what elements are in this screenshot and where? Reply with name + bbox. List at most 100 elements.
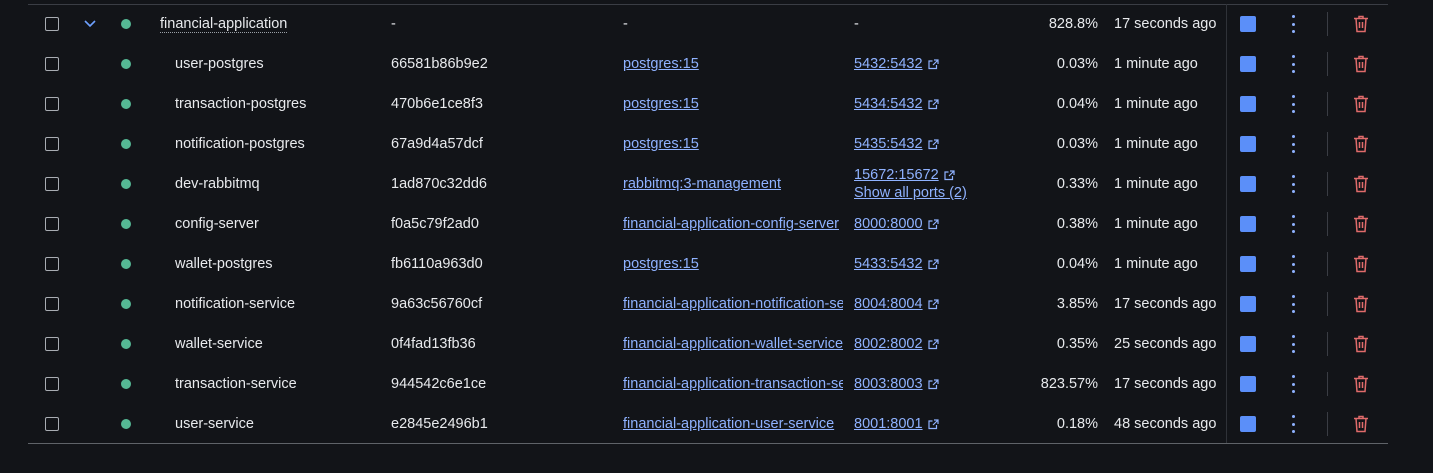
container-name[interactable]: wallet-postgres [175,244,273,284]
port-link[interactable]: 5435:5432 [854,135,923,153]
trash-icon[interactable] [1353,135,1369,153]
row-checkbox[interactable] [45,97,59,111]
row-checkbox[interactable] [45,57,59,71]
container-row[interactable]: transaction-postgres 470b6e1ce8f3 postgr… [28,84,1388,124]
row-checkbox[interactable] [45,257,59,271]
container-row[interactable]: config-server f0a5c79f2ad0 financial-app… [28,204,1388,244]
container-name[interactable]: notification-postgres [175,124,305,164]
start-stop-icon[interactable] [1240,136,1256,152]
image-link[interactable]: postgres:15 [623,96,699,112]
container-name[interactable]: wallet-service [175,324,263,364]
external-link-icon[interactable] [927,98,939,110]
container-row[interactable]: wallet-postgres fb6110a963d0 postgres:15… [28,244,1388,284]
container-row[interactable]: user-postgres 66581b86b9e2 postgres:15 5… [28,44,1388,84]
chevron-down-icon[interactable] [84,4,98,44]
start-stop-icon[interactable] [1240,96,1256,112]
image-link[interactable]: financial-application-user-service [623,416,834,432]
external-link-icon[interactable] [944,169,955,181]
group-row[interactable]: financial-application - - - 828.8% 17 se… [28,4,1388,44]
container-row[interactable]: transaction-service 944542c6e1ce financi… [28,364,1388,404]
image-link[interactable]: financial-application-notification-se [623,296,843,312]
start-stop-icon[interactable] [1240,336,1256,352]
trash-icon[interactable] [1353,215,1369,233]
image-link[interactable]: financial-application-transaction-se [623,376,843,392]
row-checkbox[interactable] [45,297,59,311]
kebab-menu-icon[interactable] [1290,255,1296,273]
container-name[interactable]: user-postgres [175,44,264,84]
kebab-menu-icon[interactable] [1290,375,1296,393]
kebab-menu-icon[interactable] [1290,55,1296,73]
port-link[interactable]: 5434:5432 [854,95,923,113]
row-checkbox[interactable] [45,177,59,191]
image-link[interactable]: postgres:15 [623,56,699,72]
kebab-menu-icon[interactable] [1290,95,1296,113]
start-stop-icon[interactable] [1240,16,1256,32]
port-link[interactable]: 8000:8000 [854,215,923,233]
group-name[interactable]: financial-application [160,16,288,33]
row-checkbox[interactable] [45,17,59,31]
trash-icon[interactable] [1353,255,1369,273]
trash-icon[interactable] [1353,95,1369,113]
kebab-menu-icon[interactable] [1290,295,1296,313]
kebab-menu-icon[interactable] [1290,135,1296,153]
action-separator [1327,372,1328,396]
container-row[interactable]: notification-service 9a63c56760cf financ… [28,284,1388,324]
container-name[interactable]: config-server [175,204,259,244]
last-started: 1 minute ago [1114,136,1198,152]
port-link[interactable]: 8002:8002 [854,335,923,353]
port-link[interactable]: 8001:8001 [854,415,923,433]
container-row[interactable]: wallet-service 0f4fad13fb36 financial-ap… [28,324,1388,364]
start-stop-icon[interactable] [1240,56,1256,72]
row-checkbox[interactable] [45,337,59,351]
start-stop-icon[interactable] [1240,416,1256,432]
trash-icon[interactable] [1353,175,1369,193]
container-name[interactable]: transaction-postgres [175,84,306,124]
trash-icon[interactable] [1353,375,1369,393]
start-stop-icon[interactable] [1240,296,1256,312]
row-checkbox[interactable] [45,217,59,231]
port-link[interactable]: 5432:5432 [854,55,923,73]
container-name[interactable]: user-service [175,404,254,444]
container-row[interactable]: dev-rabbitmq 1ad870c32dd6 rabbitmq:3-man… [28,164,1388,204]
trash-icon[interactable] [1353,295,1369,313]
kebab-menu-icon[interactable] [1290,175,1296,193]
container-row[interactable]: notification-postgres 67a9d4a57dcf postg… [28,124,1388,164]
external-link-icon[interactable] [927,298,939,310]
start-stop-icon[interactable] [1240,256,1256,272]
port-link[interactable]: 5433:5432 [854,255,923,273]
port-link[interactable]: 8003:8003 [854,375,923,393]
external-link-icon[interactable] [927,418,939,430]
image-link[interactable]: rabbitmq:3-management [623,176,781,192]
container-row[interactable]: user-service e2845e2496b1 financial-appl… [28,404,1388,444]
image-link[interactable]: postgres:15 [623,136,699,152]
image-link[interactable]: financial-application-wallet-service [623,336,843,352]
start-stop-icon[interactable] [1240,376,1256,392]
start-stop-icon[interactable] [1240,216,1256,232]
external-link-icon[interactable] [927,218,939,230]
container-name[interactable]: transaction-service [175,364,297,404]
external-link-icon[interactable] [927,258,939,270]
kebab-menu-icon[interactable] [1290,215,1296,233]
kebab-menu-icon[interactable] [1290,335,1296,353]
row-checkbox[interactable] [45,377,59,391]
external-link-icon[interactable] [927,58,939,70]
start-stop-icon[interactable] [1240,176,1256,192]
external-link-icon[interactable] [927,378,939,390]
trash-icon[interactable] [1353,335,1369,353]
row-checkbox[interactable] [45,417,59,431]
show-all-ports-link[interactable]: Show all ports (2) [854,184,967,202]
kebab-menu-icon[interactable] [1290,415,1296,433]
container-name[interactable]: notification-service [175,284,295,324]
image-link[interactable]: postgres:15 [623,256,699,272]
container-name[interactable]: dev-rabbitmq [175,164,260,204]
image-link[interactable]: financial-application-config-server [623,216,839,232]
trash-icon[interactable] [1353,415,1369,433]
external-link-icon[interactable] [927,338,939,350]
external-link-icon[interactable] [927,138,939,150]
row-checkbox[interactable] [45,137,59,151]
trash-icon[interactable] [1353,55,1369,73]
kebab-menu-icon[interactable] [1290,15,1296,33]
port-link[interactable]: 15672:15672 [854,166,939,184]
trash-icon[interactable] [1353,15,1369,33]
port-link[interactable]: 8004:8004 [854,295,923,313]
